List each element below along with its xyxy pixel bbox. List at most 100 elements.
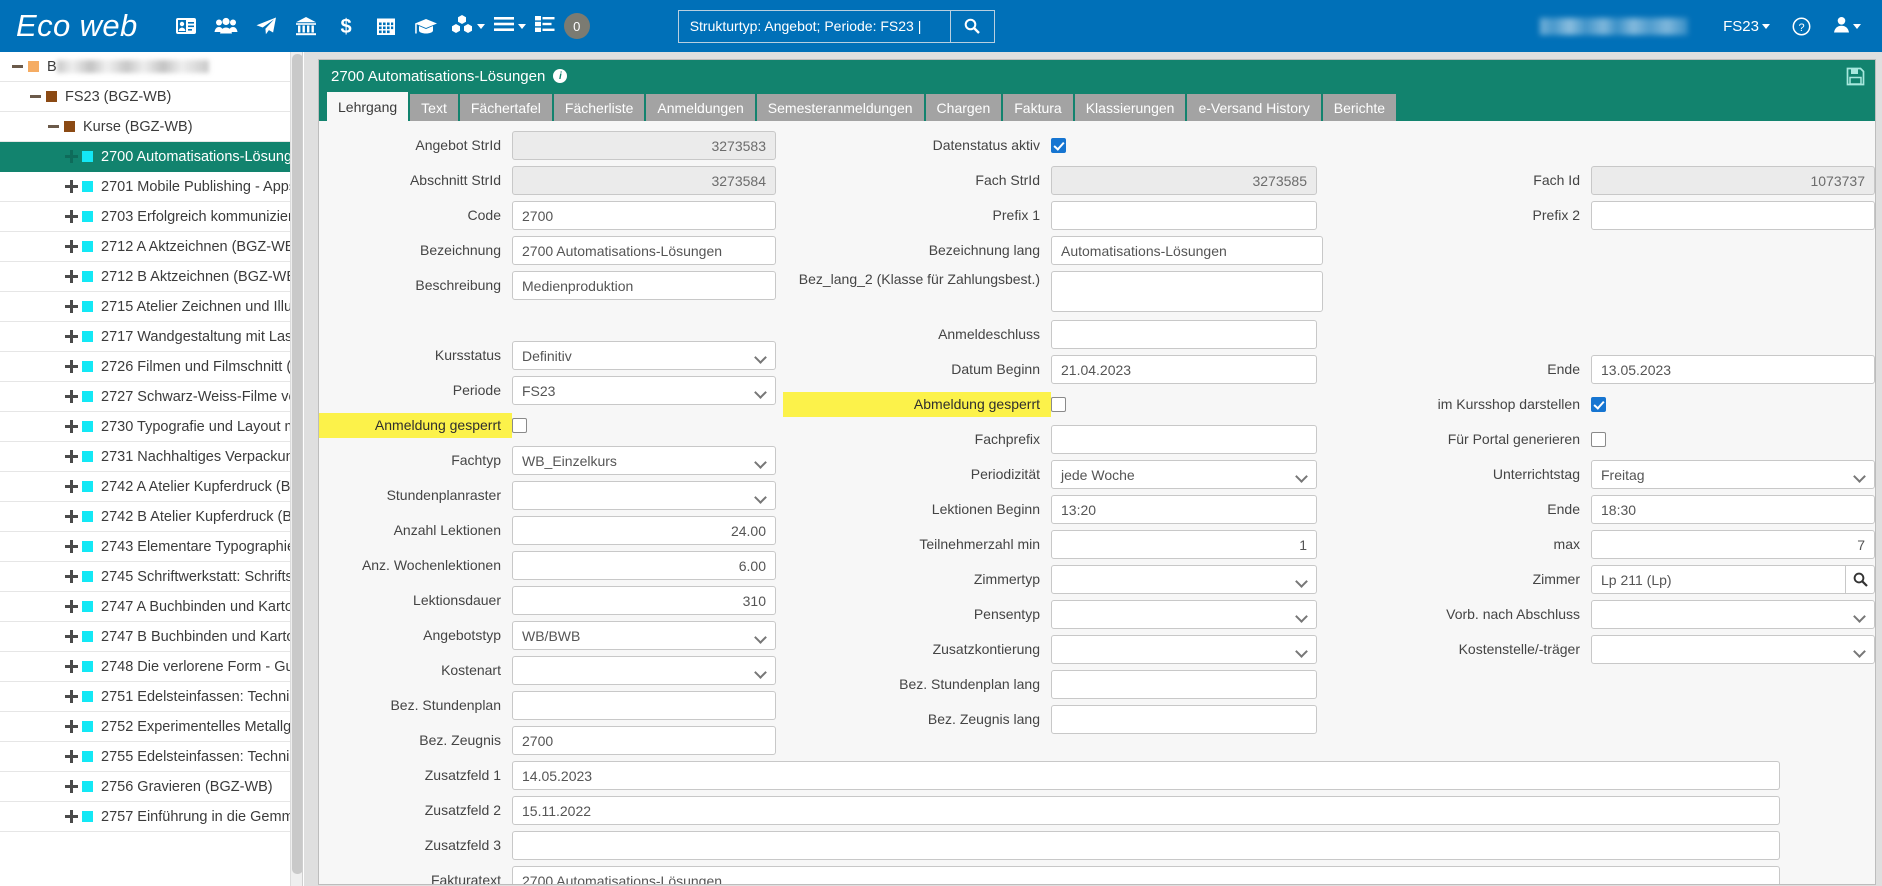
input-max[interactable]: 7 xyxy=(1591,530,1875,559)
collapse-toggle-icon[interactable] xyxy=(24,95,46,98)
expand-toggle-icon[interactable] xyxy=(60,570,82,583)
tree-item[interactable]: 2703 Erfolgreich kommunizieren, wirk xyxy=(0,202,302,232)
expand-toggle-icon[interactable] xyxy=(60,750,82,763)
input-code[interactable]: 2700 xyxy=(512,201,776,230)
input-zusatzfeld-2[interactable]: 15.11.2022 xyxy=(512,796,1780,825)
tree-item[interactable]: 2717 Wandgestaltung mit Lasurtechn xyxy=(0,322,302,352)
select-pensentyp[interactable] xyxy=(1051,600,1317,629)
tab-anmeldungen[interactable]: Anmeldungen xyxy=(646,94,755,121)
expand-toggle-icon[interactable] xyxy=(60,240,82,253)
select-zusatzkontierung[interactable] xyxy=(1051,635,1317,664)
tree-item[interactable]: 2730 Typografie und Layout mit InDes xyxy=(0,412,302,442)
tab-text[interactable]: Text xyxy=(410,94,458,121)
period-selector[interactable]: FS23 xyxy=(1714,0,1779,52)
tab-f-chertafel[interactable]: Fächertafel xyxy=(459,94,552,121)
input-lektionen-beginn[interactable]: 13:20 xyxy=(1051,495,1317,524)
tab-e-versand-history[interactable]: e-Versand History xyxy=(1187,94,1321,121)
input-ende[interactable]: 13.05.2023 xyxy=(1591,355,1875,384)
expand-toggle-icon[interactable] xyxy=(60,480,82,493)
select-stundenplanraster[interactable] xyxy=(512,481,776,510)
input-bez-lang-2-klasse-fuer-zahlungsbest[interactable] xyxy=(1051,271,1323,312)
expand-toggle-icon[interactable] xyxy=(60,300,82,313)
expand-toggle-icon[interactable] xyxy=(60,630,82,643)
expand-toggle-icon[interactable] xyxy=(60,150,82,163)
contact-card-icon[interactable] xyxy=(166,0,206,52)
input-anmeldeschluss[interactable] xyxy=(1051,320,1317,349)
expand-toggle-icon[interactable] xyxy=(60,810,82,823)
tab-chargen[interactable]: Chargen xyxy=(925,94,1002,121)
expand-toggle-icon[interactable] xyxy=(60,540,82,553)
bank-icon[interactable] xyxy=(286,0,326,52)
tree-item[interactable]: 2700 Automatisations-Lösungen (BG xyxy=(0,142,302,172)
expand-toggle-icon[interactable] xyxy=(60,270,82,283)
tree-item[interactable]: 2757 Einführung in die Gemmologie ( xyxy=(0,802,302,832)
app-logo[interactable]: Eco web xyxy=(16,8,138,44)
expand-toggle-icon[interactable] xyxy=(60,180,82,193)
expand-toggle-icon[interactable] xyxy=(60,780,82,793)
search-input[interactable] xyxy=(687,17,941,35)
expand-toggle-icon[interactable] xyxy=(60,360,82,373)
user-menu[interactable] xyxy=(1824,0,1870,52)
select-angebotstyp[interactable]: WB/BWB xyxy=(512,621,776,650)
tree-item[interactable]: 2755 Edelsteinfassen: Technik Einrei xyxy=(0,742,302,772)
expand-toggle-icon[interactable] xyxy=(60,210,82,223)
collapse-toggle-icon[interactable] xyxy=(42,125,64,128)
input-prefix-1[interactable] xyxy=(1051,201,1317,230)
tree-item[interactable]: 2752 Experimentelles Metallgiessen xyxy=(0,712,302,742)
help-button[interactable]: ? xyxy=(1783,0,1820,52)
tree-item[interactable]: 2747 A Buchbinden und Kartonage (B xyxy=(0,592,302,622)
tree-item[interactable]: Kurse (BGZ-WB) xyxy=(0,112,302,142)
tree-item[interactable]: 2701 Mobile Publishing - Apps und d xyxy=(0,172,302,202)
notification-badge[interactable]: 0 xyxy=(563,13,590,39)
tab-f-cherliste[interactable]: Fächerliste xyxy=(553,94,645,121)
input-zimmer[interactable]: Lp 211 (Lp) xyxy=(1591,565,1847,594)
tree-item[interactable]: 2747 B Buchbinden und Kartonage (B xyxy=(0,622,302,652)
input-bez-stundenplan-lang[interactable] xyxy=(1051,670,1317,699)
input-bez-zeugnis-lang[interactable] xyxy=(1051,705,1317,734)
paper-plane-icon[interactable] xyxy=(246,0,286,52)
tree-item[interactable]: 2742 B Atelier Kupferdruck (BGZ-WB xyxy=(0,502,302,532)
tab-faktura[interactable]: Faktura xyxy=(1003,94,1073,121)
tab-semesteranmeldungen[interactable]: Semesteranmeldungen xyxy=(756,94,924,121)
cubes-menu[interactable] xyxy=(446,0,489,52)
people-group-icon[interactable] xyxy=(206,0,246,52)
input-lektionsdauer[interactable]: 310 xyxy=(512,586,776,615)
collapse-toggle-icon[interactable] xyxy=(6,65,28,68)
tree-item[interactable]: 2748 Die verlorene Form - Gusstechn xyxy=(0,652,302,682)
checkbox-datenstatus-aktiv[interactable] xyxy=(1051,138,1066,153)
tab-lehrgang[interactable]: Lehrgang xyxy=(327,92,409,121)
checkbox-im-kursshop-darstellen[interactable] xyxy=(1591,397,1606,412)
sidebar-scroll-thumb[interactable] xyxy=(292,54,302,874)
tree-item[interactable]: 2712 B Aktzeichnen (BGZ-WB) xyxy=(0,262,302,292)
tasklist-menu[interactable]: 0 xyxy=(530,0,594,52)
select-kostenstelle-traeger[interactable] xyxy=(1591,635,1875,664)
tree-item[interactable]: 2745 Schriftwerkstatt: Schriftschreibe xyxy=(0,562,302,592)
graduation-cap-icon[interactable] xyxy=(406,0,446,52)
input-anzahl-lektionen[interactable]: 24.00 xyxy=(512,516,776,545)
input-beschreibung[interactable]: Medienproduktion xyxy=(512,271,776,300)
tree-item[interactable]: 2715 Atelier Zeichnen und Illustrieren xyxy=(0,292,302,322)
input-anz-wochenlektionen[interactable]: 6.00 xyxy=(512,551,776,580)
expand-toggle-icon[interactable] xyxy=(60,450,82,463)
input-fakturatext[interactable]: 2700 Automatisations-Lösungen xyxy=(512,866,1780,884)
input-bez-zeugnis[interactable]: 2700 xyxy=(512,726,776,755)
zimmer-search-icon[interactable] xyxy=(1846,565,1875,594)
tab-berichte[interactable]: Berichte xyxy=(1322,94,1397,121)
tree-item[interactable]: 2712 A Aktzeichnen (BGZ-WB) xyxy=(0,232,302,262)
tree-item[interactable]: 2742 A Atelier Kupferdruck (BGZ-WB xyxy=(0,472,302,502)
tab-klassierungen[interactable]: Klassierungen xyxy=(1074,94,1186,121)
select-zimmertyp[interactable] xyxy=(1051,565,1317,594)
expand-toggle-icon[interactable] xyxy=(60,510,82,523)
select-periode[interactable]: FS23 xyxy=(512,376,776,405)
input-datum-beginn[interactable]: 21.04.2023 xyxy=(1051,355,1317,384)
input-zusatzfeld-3[interactable] xyxy=(512,831,1780,860)
input-zusatzfeld-1[interactable]: 14.05.2023 xyxy=(512,761,1780,790)
input-bezeichnung[interactable]: 2700 Automatisations-Lösungen xyxy=(512,236,776,265)
search-button[interactable] xyxy=(949,9,995,43)
expand-toggle-icon[interactable] xyxy=(60,690,82,703)
select-vorb-nach-abschluss[interactable] xyxy=(1591,600,1875,629)
input-teilnehmerzahl-min[interactable]: 1 xyxy=(1051,530,1317,559)
checkbox-fuer-portal-generieren[interactable] xyxy=(1591,432,1606,447)
checkbox-abmeldung-gesperrt[interactable] xyxy=(1051,397,1066,412)
tree-item[interactable]: 2731 Nachhaltiges Verpackungsdesig xyxy=(0,442,302,472)
